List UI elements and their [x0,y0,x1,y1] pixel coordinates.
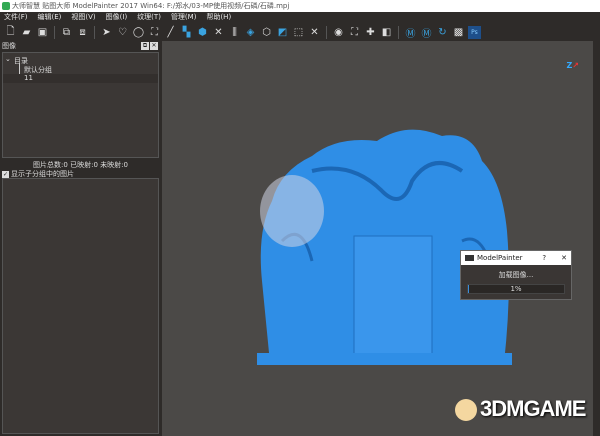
open-folder-icon[interactable]: ▰ [20,26,33,39]
progress-fill [468,285,469,293]
group-tree: ⌄ 目录 默认分组 11 [2,52,159,158]
menu-bar: 文件(F) 编辑(E) 视图(V) 图像(I) 纹理(T) 管理(M) 帮助(H… [0,12,600,23]
new-file-icon[interactable]: 🗋 [4,26,17,39]
camera-m-icon[interactable]: Ⓜ [404,26,417,40]
watermark: 3DMGAME [455,396,586,422]
split-icon[interactable]: ⫼ [228,26,241,39]
gradient-icon[interactable]: ◧ [380,26,393,39]
import-icon[interactable]: ⧉ [60,26,73,39]
cube-view-icon[interactable]: ◈ [244,26,257,39]
paint-icon[interactable]: ▚ [180,26,193,39]
image-panel: 图像 ⧉ ✕ ⌄ 目录 默认分组 11 图片总数:0 已映射:0 未映射:0 ✓ 显… [0,41,161,436]
menu-help[interactable]: 帮助(H) [206,12,231,23]
lasso-icon[interactable]: ♡ [116,26,129,39]
window-title: 大师智慧 贴图大师 ModelPainter 2017 Win64: F:/郑水… [12,2,290,10]
marquee-icon[interactable]: ⬚ [292,26,305,39]
help-button[interactable]: ? [542,254,546,262]
stone-model[interactable] [162,41,593,436]
dialog-close-button[interactable]: ✕ [561,254,567,262]
progress-bar: 1% [467,284,565,294]
clear-icon[interactable]: ✕ [308,26,321,39]
panel-header: 图像 ⧉ ✕ [0,41,161,51]
points-m-icon[interactable]: Ⓜ [420,26,433,40]
fit-icon[interactable]: ⛶ [348,26,361,39]
close-icon[interactable]: ✕ [212,26,225,39]
divider [398,25,399,39]
3d-viewport[interactable]: Z↗ [162,41,593,436]
mascot-icon [455,399,477,422]
divider [94,25,95,39]
panel-title: 图像 [2,42,16,50]
dialog-title: ModelPainter [477,254,523,262]
ellipse-select-icon[interactable]: ◯ [132,26,145,39]
app-icon [2,2,10,10]
cube-icon[interactable]: ⬡ [260,26,273,39]
title-bar: 大师智慧 贴图大师 ModelPainter 2017 Win64: F:/郑水… [0,0,600,12]
checkbox-checked-icon[interactable]: ✓ [2,170,9,178]
rotate-icon[interactable]: ↻ [436,26,449,39]
close-icon[interactable]: ✕ [150,42,158,50]
photoshop-icon[interactable]: Ps [468,25,481,39]
tree-item-11[interactable]: 11 [24,74,33,82]
app-logo-icon [465,255,474,261]
loading-message: 加载图像... [498,271,534,279]
line-icon[interactable]: ╱ [164,26,177,39]
shield-icon[interactable]: ⬢ [196,26,209,39]
menu-image[interactable]: 图像(I) [106,12,128,23]
toolbar: 🗋 ▰ ▣ ⧉ ⧈ ➤ ♡ ◯ ⛶ ╱ ▚ ⬢ ✕ ⫼ ◈ ⬡ ◩ ⬚ ✕ ◉ … [0,23,600,41]
menu-file[interactable]: 文件(F) [4,12,28,23]
divider [54,25,55,39]
select-arrow-icon[interactable]: ➤ [100,26,113,39]
divider [326,25,327,39]
texture-icon[interactable]: ▩ [452,26,465,39]
menu-view[interactable]: 视图(V) [71,12,95,23]
menu-texture[interactable]: 纹理(T) [137,12,161,23]
menu-manage[interactable]: 管理(M) [171,12,197,23]
add-points-icon[interactable]: ✚ [364,26,377,39]
center-icon[interactable]: ◉ [332,26,345,39]
loading-dialog: ModelPainter? ✕ 加载图像... 1% [460,250,572,300]
projection-icon[interactable]: ◩ [276,26,289,39]
save-icon[interactable]: ▣ [36,26,49,39]
rect-select-icon[interactable]: ⛶ [148,26,161,39]
axis-gizmo-icon: Z↗ [566,61,579,70]
menu-edit[interactable]: 编辑(E) [38,12,62,23]
progress-text: 1% [510,285,522,293]
export-icon[interactable]: ⧈ [76,26,89,39]
image-list[interactable] [2,178,159,434]
float-icon[interactable]: ⧉ [141,42,149,50]
watermark-text: 3DMGAME [480,396,586,421]
scrollbar[interactable] [593,41,600,436]
collapse-icon[interactable]: ⌄ [5,55,11,63]
